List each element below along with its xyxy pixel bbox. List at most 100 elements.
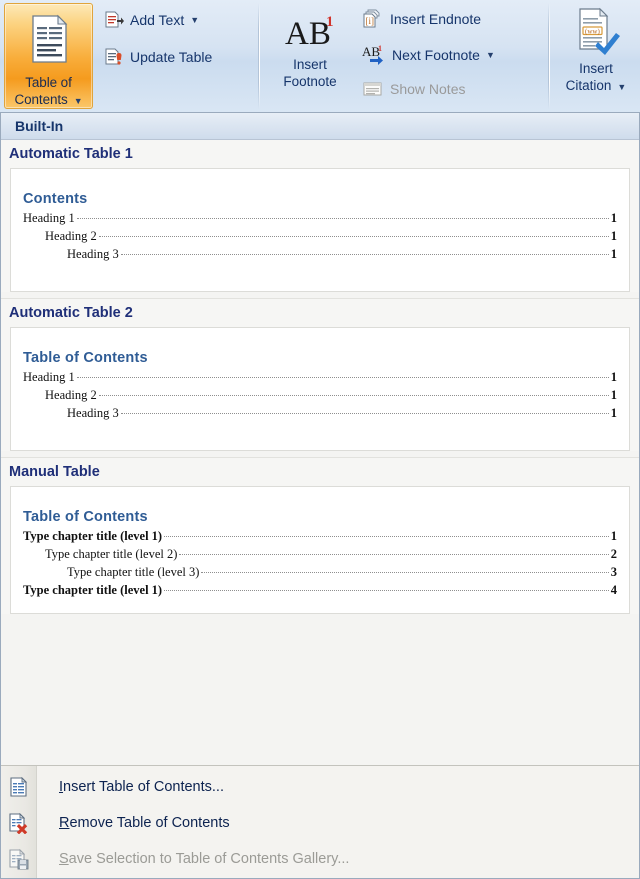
gallery-item-preview: Contents Heading 1 1 Heading 2 1 Heading…	[10, 168, 630, 292]
toc-entry-text: Type chapter title (level 1)	[23, 583, 163, 597]
gallery-item-automatic-table-2[interactable]: Automatic Table 2 Table of Contents Head…	[1, 298, 639, 451]
gallery-item-title: Automatic Table 2	[9, 305, 133, 321]
toc-entry-page: 1	[610, 229, 617, 243]
insert-toc-icon	[1, 776, 37, 798]
toc-entry-text: Type chapter title (level 3)	[67, 565, 200, 579]
toc-entry-text: Heading 3	[67, 406, 119, 420]
leader-dots	[120, 413, 609, 414]
svg-text:AB: AB	[285, 16, 331, 50]
toc-context-menu: Insert Table of Contents... Remove Table…	[1, 765, 639, 878]
toc-button-label-line1: Table of	[25, 75, 72, 90]
ribbon-separator	[548, 3, 550, 109]
gallery-item-title: Manual Table	[9, 464, 100, 480]
toc-entry-row: Heading 3 1	[23, 404, 617, 422]
toc-button-label-line2: Contents	[14, 92, 68, 107]
ribbon-references-group: Table of Contents ▼ Add Text ▼ Update Tab…	[0, 0, 640, 113]
table-of-contents-button[interactable]: Table of Contents ▼	[4, 3, 93, 109]
gallery-item-manual-table[interactable]: Manual Table Table of Contents Type chap…	[1, 457, 639, 614]
gallery-item-automatic-table-1[interactable]: Automatic Table 1 Contents Heading 1 1 H…	[1, 140, 639, 292]
ribbon-separator	[258, 3, 260, 109]
preview-heading: Table of Contents	[23, 350, 148, 366]
toc-entry-page: 2	[610, 547, 617, 561]
toc-entry-row: Type chapter title (level 2) 2	[23, 545, 617, 563]
toc-entry-text: Heading 1	[23, 211, 75, 225]
svg-text:(ww): (ww)	[585, 28, 600, 36]
chevron-down-icon[interactable]: ▼	[486, 50, 495, 60]
leader-dots	[164, 590, 609, 591]
insert-footnote-button[interactable]: AB 1 Insert Footnote	[268, 12, 352, 90]
menu-item-remove-table-of-contents[interactable]: Remove Table of Contents	[1, 805, 639, 841]
gallery-group-header-label: Built-In	[15, 118, 64, 134]
insert-footnote-label-line1: Insert	[293, 57, 327, 72]
insert-citation-label-line1: Insert	[579, 61, 613, 76]
gallery-group-header: Built-In	[1, 113, 639, 140]
toc-entry-page: 1	[610, 388, 617, 402]
toc-entry-text: Type chapter title (level 1)	[23, 529, 163, 543]
toc-entry-page: 1	[610, 529, 617, 543]
ab1-footnote-icon: AB 1	[282, 12, 338, 55]
toc-entry-page: 3	[610, 565, 617, 579]
leader-dots	[98, 236, 609, 237]
leader-dots	[201, 572, 609, 573]
menu-item-save-selection-to-gallery[interactable]: Save Selection to Table of Contents Gall…	[1, 841, 639, 877]
svg-text:1: 1	[378, 44, 382, 53]
add-text-label: Add Text	[130, 12, 185, 28]
insert-footnote-label-line2: Footnote	[283, 74, 337, 89]
chevron-down-icon[interactable]: ▼	[190, 15, 199, 25]
preview-heading: Contents	[23, 191, 88, 207]
leader-dots	[120, 254, 609, 255]
menu-item-label: Save Selection to Table of Contents Gall…	[59, 851, 349, 867]
menu-item-label-rest: emove Table of Contents	[69, 815, 230, 831]
chevron-down-icon[interactable]: ▼	[74, 96, 83, 106]
toc-entry-row: Heading 1 1	[23, 209, 617, 227]
remove-toc-icon	[1, 812, 37, 834]
show-notes-icon	[362, 80, 384, 98]
toc-entry-row: Type chapter title (level 1) 4	[23, 581, 617, 599]
toc-entry-page: 1	[610, 211, 617, 225]
toc-entry-row: Type chapter title (level 1) 1	[23, 527, 617, 545]
toc-entry-text: Type chapter title (level 2)	[45, 547, 178, 561]
menu-accel-key: R	[59, 815, 70, 831]
toc-entry-row: Type chapter title (level 3) 3	[23, 563, 617, 581]
insert-citation-label-line2: Citation	[565, 78, 612, 93]
menu-item-label: Insert Table of Contents...	[59, 779, 224, 795]
next-footnote-label: Next Footnote	[392, 47, 480, 63]
toc-entry-text: Heading 3	[67, 247, 119, 261]
toc-entry-text: Heading 2	[45, 229, 97, 243]
leader-dots	[98, 395, 609, 396]
leader-dots	[76, 377, 609, 378]
toc-entry-page: 1	[610, 247, 617, 261]
update-table-icon	[104, 48, 124, 66]
update-table-button[interactable]: Update Table	[104, 48, 212, 66]
toc-entry-text: Heading 1	[23, 370, 75, 384]
leader-dots	[179, 554, 609, 555]
insert-citation-icon: (ww)	[570, 6, 622, 61]
toc-entry-text: Heading 2	[45, 388, 97, 402]
update-table-label: Update Table	[130, 49, 213, 65]
menu-item-label-rest: nsert Table of Contents...	[63, 779, 224, 795]
next-footnote-button[interactable]: AB 1 Next Footnote ▼	[362, 44, 495, 66]
toc-document-icon	[27, 14, 71, 69]
gallery-item-title: Automatic Table 1	[9, 146, 133, 162]
leader-dots	[164, 536, 609, 537]
toc-entry-page: 4	[610, 583, 617, 597]
leader-dots	[76, 218, 609, 219]
toc-entry-page: 1	[610, 406, 617, 420]
next-footnote-icon: AB 1	[362, 44, 386, 66]
toc-gallery-dropdown: Built-In Automatic Table 1 Contents Head…	[0, 113, 640, 879]
insert-endnote-button[interactable]: [i] Insert Endnote	[362, 9, 481, 29]
chevron-down-icon[interactable]: ▼	[617, 82, 626, 92]
preview-heading: Table of Contents	[23, 509, 148, 525]
toc-entry-page: 1	[610, 370, 617, 384]
toc-entry-row: Heading 1 1	[23, 368, 617, 386]
show-notes-button[interactable]: Show Notes	[362, 80, 465, 98]
insert-citation-button[interactable]: (ww) Insert Citation ▼	[556, 6, 636, 94]
menu-item-insert-table-of-contents[interactable]: Insert Table of Contents...	[1, 769, 639, 805]
menu-accel-key: S	[59, 851, 69, 867]
svg-text:1: 1	[326, 14, 334, 30]
svg-text:[i]: [i]	[366, 16, 375, 26]
toc-entry-row: Heading 2 1	[23, 227, 617, 245]
add-text-button[interactable]: Add Text ▼	[104, 11, 199, 29]
menu-item-label-rest: ave Selection to Table of Contents Galle…	[68, 851, 350, 867]
toc-entry-row: Heading 3 1	[23, 245, 617, 263]
